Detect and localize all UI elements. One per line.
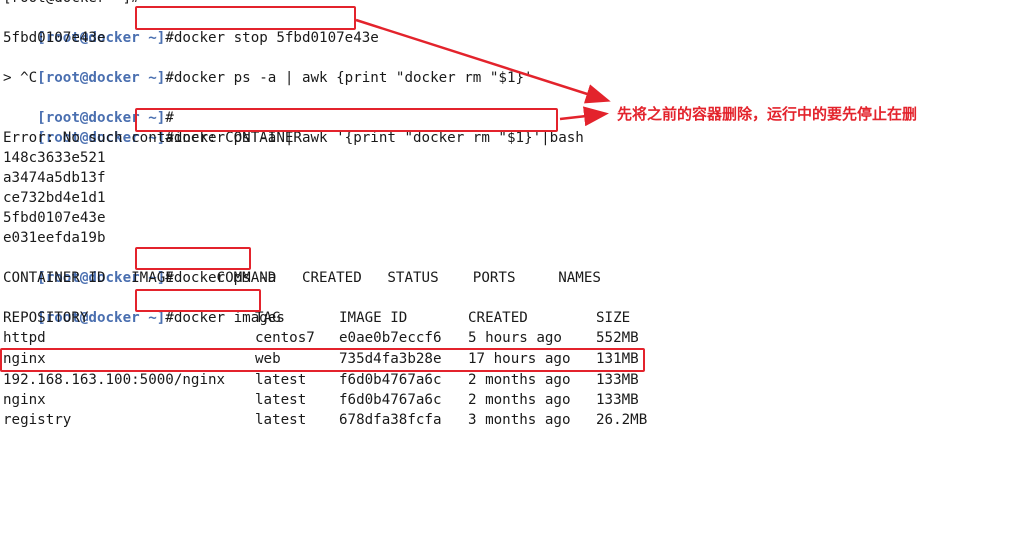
shell-prompt: [root@docker ~] <box>37 70 166 86</box>
cell-image-id: 678dfa38fcfa <box>339 412 442 428</box>
cell-size: 26.2MB <box>596 412 648 428</box>
terminal-line-output: 5fbd0107e43e <box>3 30 106 46</box>
terminal-line-output: a3474a5db13f <box>3 170 106 186</box>
highlight-box-docker-stop <box>135 6 356 30</box>
terminal-line-output: > ^C <box>3 70 38 86</box>
cell-created: 2 months ago <box>468 392 571 408</box>
cell-tag: latest <box>255 392 307 408</box>
column-header-size: SIZE <box>596 310 631 326</box>
cell-created: 2 months ago <box>468 372 571 388</box>
prompt-symbol: # <box>165 30 174 46</box>
table-row: httpd centos7 e0ae0b7eccf6 5 hours ago 5… <box>3 328 1003 348</box>
cell-image-id: f6d0b4767a6c <box>339 372 442 388</box>
table-row: nginx latest f6d0b4767a6c 2 months ago 1… <box>3 390 1003 410</box>
cell-image-id: e0ae0b7eccf6 <box>339 330 442 346</box>
cell-image-id: f6d0b4767a6c <box>339 392 442 408</box>
terminal-line-output: e031eefda19b <box>3 230 106 246</box>
terminal-line-output: 148c3633e521 <box>3 150 106 166</box>
highlight-box-docker-ps <box>135 247 251 270</box>
prompt-symbol: # <box>165 70 174 86</box>
cell-repository: httpd <box>3 330 46 346</box>
cell-repository: 192.168.163.100:5000/nginx <box>3 372 226 388</box>
cell-created: 3 months ago <box>468 412 571 428</box>
terminal-line-output: ce732bd4e1d1 <box>3 190 106 206</box>
column-header-repository: REPOSITORY <box>3 310 89 326</box>
column-header-image-id: IMAGE ID <box>339 310 408 326</box>
terminal-line-prompt: [root@docker ~]# <box>3 88 174 126</box>
cell-size: 133MB <box>596 392 639 408</box>
cell-tag: latest <box>255 412 307 428</box>
terminal-line-prompt: [root@docker ~]#docker ps -a | awk {prin… <box>3 48 532 86</box>
highlight-box-docker-images <box>135 289 261 312</box>
column-header-created: CREATED <box>468 310 528 326</box>
cell-repository: nginx <box>3 392 46 408</box>
highlight-box-docker-rm-bash <box>135 108 558 132</box>
cell-created: 5 hours ago <box>468 330 562 346</box>
table-row: registry latest 678dfa38fcfa 3 months ag… <box>3 410 1003 430</box>
cell-repository: registry <box>3 412 72 428</box>
cell-size: 552MB <box>596 330 639 346</box>
terminal-line-output: 5fbd0107e43e <box>3 210 106 226</box>
command-text: docker stop 5fbd0107e43e <box>173 30 379 46</box>
annotation-label: 先将之前的容器删除，运行中的要先停止在删 <box>617 105 918 123</box>
highlight-box-nginx-web-row <box>0 348 645 372</box>
command-text: docker ps -a | awk {print "docker rm "$1… <box>173 70 533 86</box>
table-row: 192.168.163.100:5000/nginx latest f6d0b4… <box>3 370 1003 390</box>
cell-tag: latest <box>255 372 307 388</box>
cell-size: 133MB <box>596 372 639 388</box>
terminal-line-output: CONTAINER ID IMAGE COMMAND CREATED STATU… <box>3 270 601 286</box>
cell-tag: centos7 <box>255 330 315 346</box>
clipped-top-line: [root@docker ~]# <box>3 0 140 8</box>
